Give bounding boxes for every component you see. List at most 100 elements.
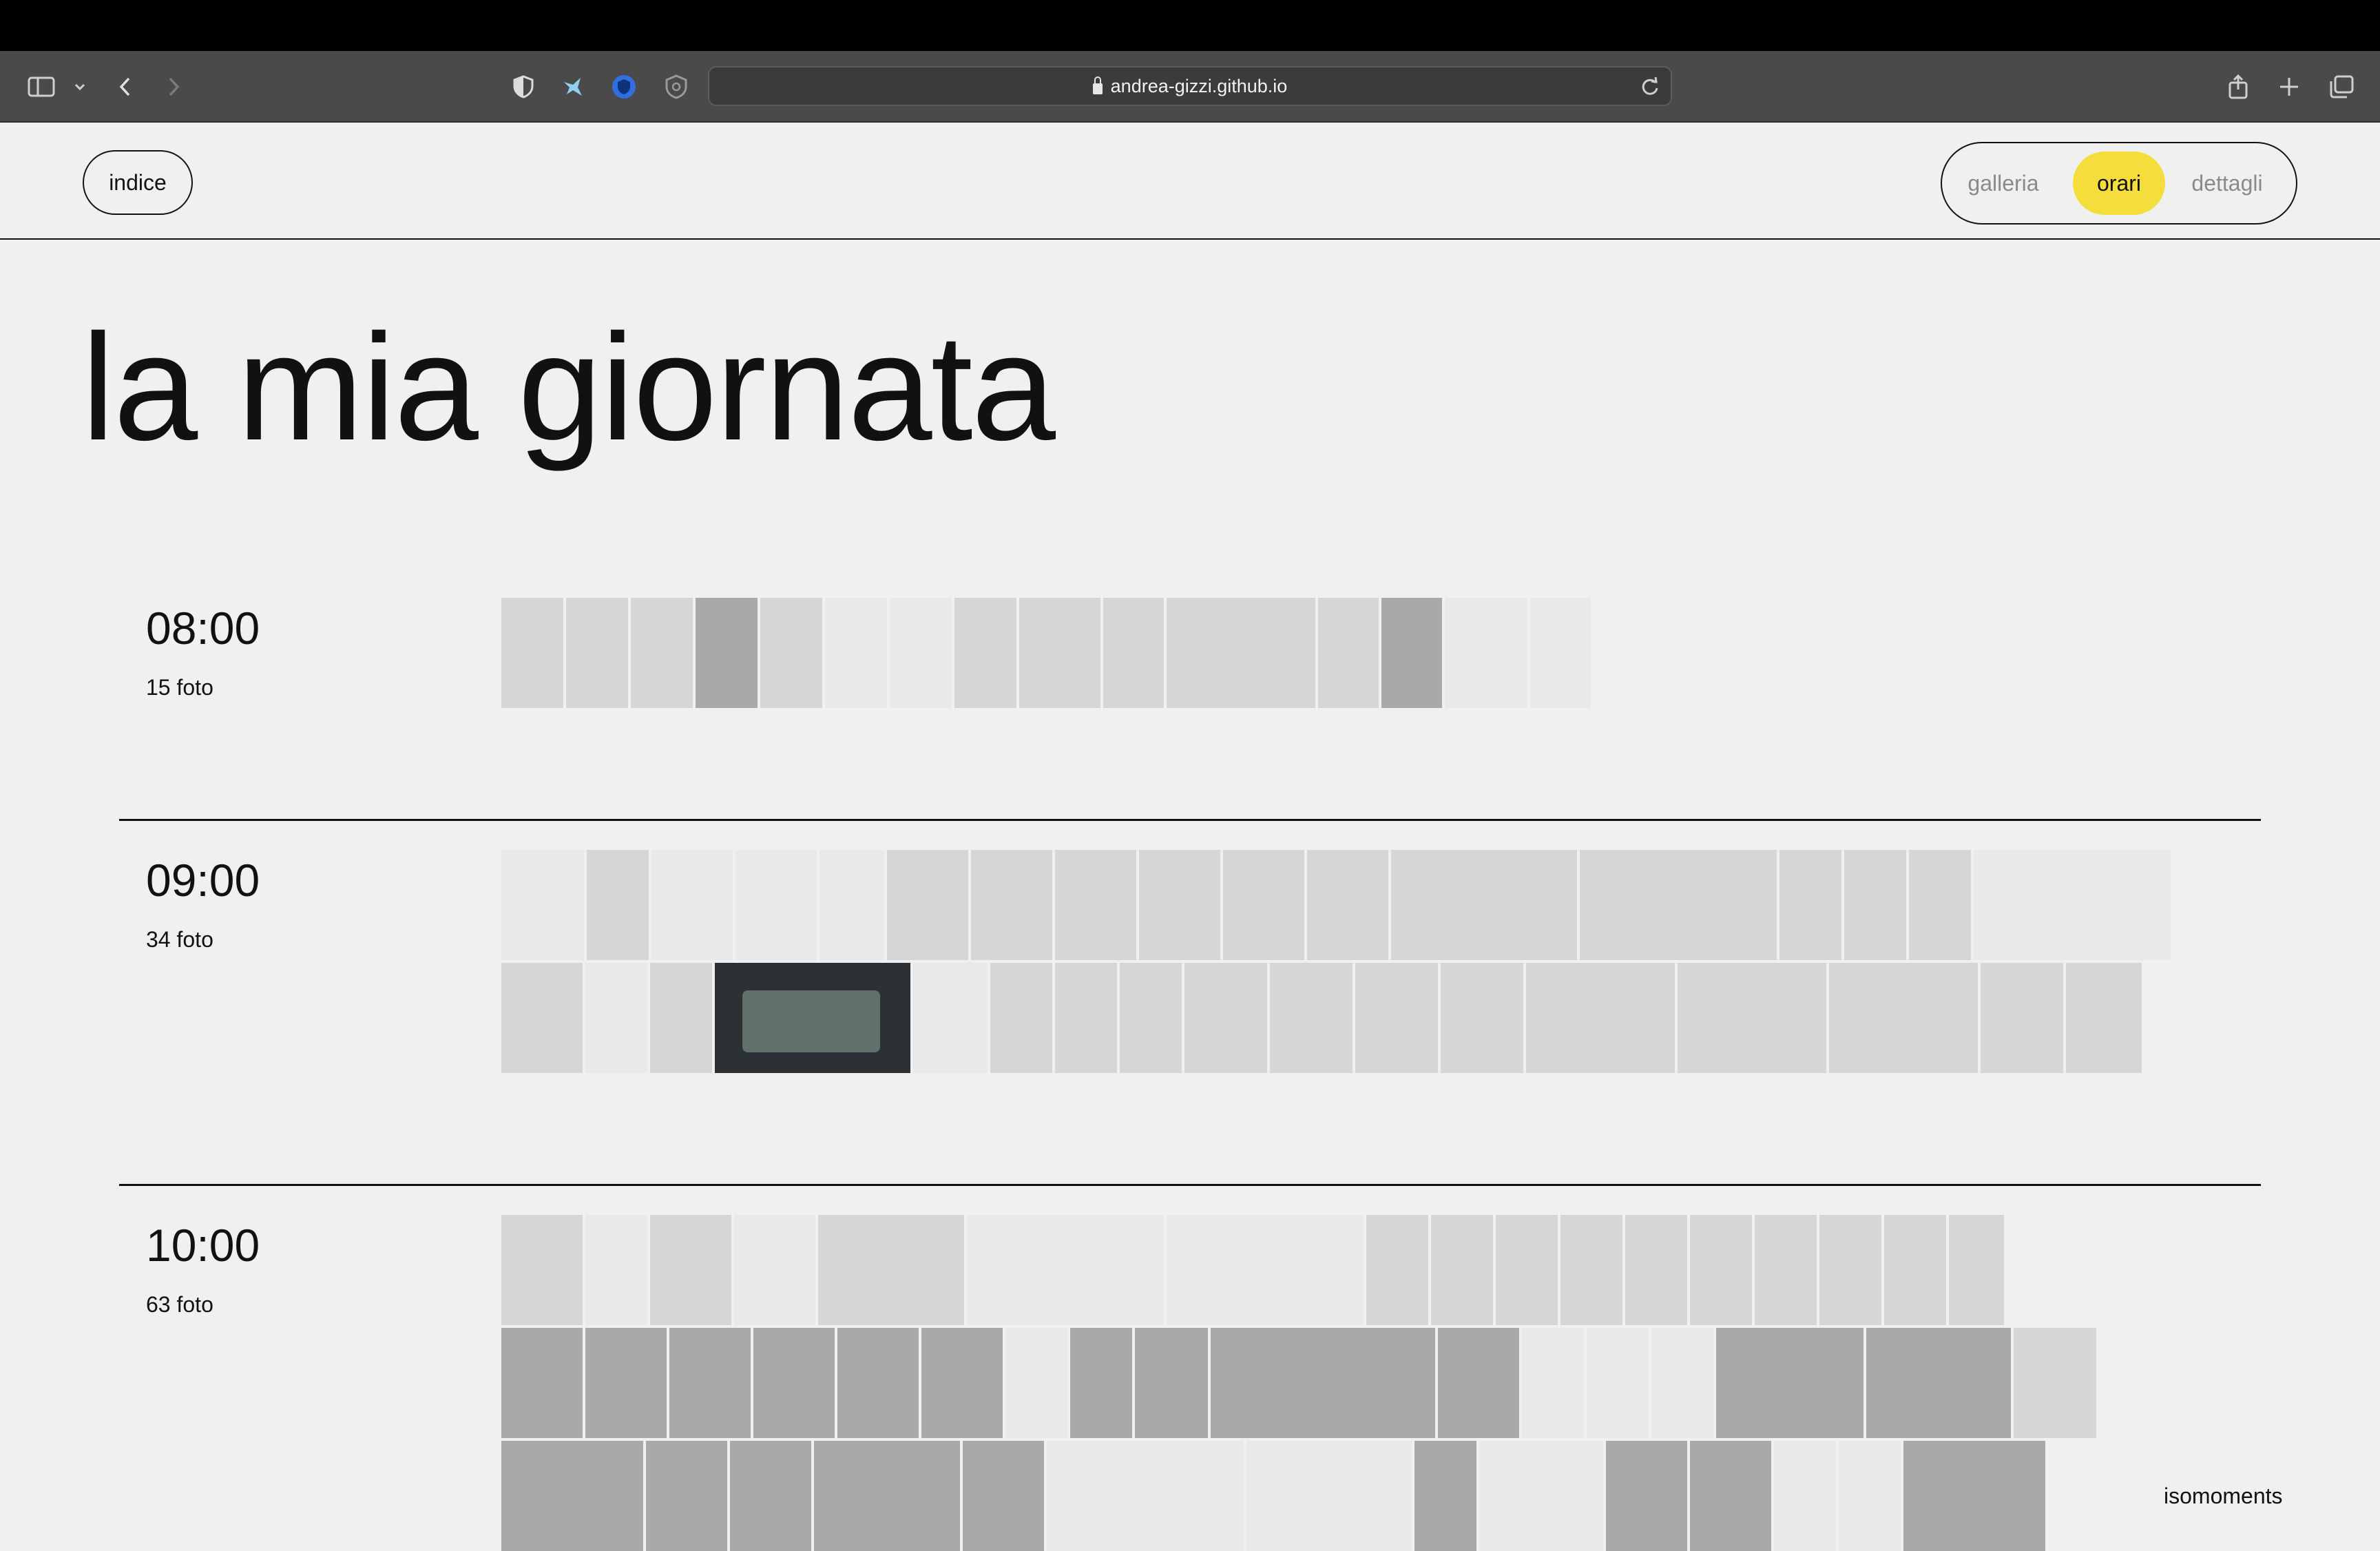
extension-blue-shield-icon[interactable]	[607, 70, 640, 103]
photo-thumbnail[interactable]	[971, 850, 1052, 960]
sidebar-toggle-icon[interactable]	[25, 70, 58, 103]
photo-thumbnail[interactable]	[1580, 850, 1777, 960]
photo-thumbnail[interactable]	[730, 1441, 811, 1551]
share-icon[interactable]	[2222, 70, 2255, 103]
photo-thumbnail[interactable]	[650, 963, 712, 1073]
photo-thumbnail[interactable]	[734, 1215, 815, 1325]
photo-thumbnail[interactable]	[715, 963, 910, 1073]
reload-icon[interactable]	[1636, 73, 1664, 101]
back-icon[interactable]	[109, 70, 142, 103]
photo-thumbnail[interactable]	[696, 598, 758, 708]
photo-thumbnail[interactable]	[814, 1441, 960, 1551]
photo-thumbnail[interactable]	[1103, 598, 1164, 708]
photo-thumbnail[interactable]	[1135, 1328, 1208, 1438]
photo-thumbnail[interactable]	[825, 598, 887, 708]
photo-thumbnail[interactable]	[1779, 850, 1841, 960]
index-button[interactable]: indice	[83, 150, 193, 215]
photo-thumbnail[interactable]	[954, 598, 1016, 708]
tab-overview-icon[interactable]	[2325, 70, 2358, 103]
photo-thumbnail[interactable]	[1445, 598, 1527, 708]
address-bar[interactable]: andrea-gizzi.github.io	[708, 66, 1672, 106]
photo-thumbnail[interactable]	[1755, 1215, 1817, 1325]
tab-dettagli[interactable]: dettagli	[2172, 152, 2282, 215]
photo-thumbnail[interactable]	[1047, 1441, 1244, 1551]
photo-thumbnail[interactable]	[1909, 850, 1971, 960]
photo-thumbnail[interactable]	[1415, 1441, 1476, 1551]
photo-thumbnail[interactable]	[1903, 1441, 2045, 1551]
photo-thumbnail[interactable]	[1055, 850, 1136, 960]
photo-thumbnail[interactable]	[501, 1328, 583, 1438]
photo-thumbnail[interactable]	[585, 1328, 667, 1438]
new-tab-icon[interactable]	[2273, 70, 2306, 103]
photo-thumbnail[interactable]	[587, 850, 649, 960]
photo-thumbnail[interactable]	[1167, 598, 1315, 708]
photo-thumbnail[interactable]	[501, 598, 563, 708]
photo-thumbnail[interactable]	[990, 963, 1052, 1073]
chevron-down-icon[interactable]	[63, 70, 96, 103]
photo-thumbnail[interactable]	[1019, 598, 1100, 708]
photo-thumbnail[interactable]	[1318, 598, 1379, 708]
photo-thumbnail[interactable]	[1587, 1328, 1649, 1438]
photo-thumbnail[interactable]	[1678, 963, 1826, 1073]
photo-thumbnail[interactable]	[501, 850, 584, 960]
photo-thumbnail[interactable]	[1005, 1328, 1067, 1438]
photo-thumbnail[interactable]	[1381, 598, 1442, 708]
photo-thumbnail[interactable]	[1774, 1441, 1836, 1551]
photo-thumbnail[interactable]	[1355, 963, 1438, 1073]
photo-thumbnail[interactable]	[753, 1328, 835, 1438]
photo-thumbnail[interactable]	[651, 850, 733, 960]
photo-thumbnail[interactable]	[1139, 850, 1220, 960]
tab-galleria[interactable]: galleria	[1959, 152, 2048, 215]
photo-thumbnail[interactable]	[1819, 1215, 1881, 1325]
photo-thumbnail[interactable]	[1438, 1328, 1519, 1438]
photo-thumbnail[interactable]	[1829, 963, 1978, 1073]
photo-thumbnail[interactable]	[585, 963, 647, 1073]
photo-thumbnail[interactable]	[1120, 963, 1182, 1073]
privacy-shield-icon[interactable]	[507, 70, 540, 103]
photo-thumbnail[interactable]	[1866, 1328, 2011, 1438]
photo-thumbnail[interactable]	[921, 1328, 1003, 1438]
photo-thumbnail[interactable]	[1884, 1215, 1946, 1325]
photo-thumbnail[interactable]	[1307, 850, 1388, 960]
photo-thumbnail[interactable]	[501, 963, 583, 1073]
photo-thumbnail[interactable]	[566, 598, 628, 708]
photo-thumbnail[interactable]	[1366, 1215, 1428, 1325]
photo-thumbnail[interactable]	[1055, 963, 1117, 1073]
photo-thumbnail[interactable]	[1211, 1328, 1435, 1438]
photo-thumbnail[interactable]	[818, 1215, 964, 1325]
photo-thumbnail[interactable]	[1625, 1215, 1687, 1325]
photo-thumbnail[interactable]	[760, 598, 822, 708]
photo-thumbnail[interactable]	[1223, 850, 1304, 960]
photo-thumbnail[interactable]	[1070, 1328, 1132, 1438]
photo-thumbnail[interactable]	[1844, 850, 1906, 960]
extension-privacy-icon[interactable]	[660, 70, 693, 103]
photo-thumbnail[interactable]	[1441, 963, 1523, 1073]
photo-thumbnail[interactable]	[1981, 963, 2063, 1073]
photo-thumbnail[interactable]	[1839, 1441, 1901, 1551]
photo-thumbnail[interactable]	[1526, 963, 1675, 1073]
photo-thumbnail[interactable]	[1690, 1441, 1771, 1551]
photo-thumbnail[interactable]	[1690, 1215, 1752, 1325]
photo-thumbnail[interactable]	[967, 1215, 1164, 1325]
photo-thumbnail[interactable]	[2066, 963, 2142, 1073]
photo-thumbnail[interactable]	[1606, 1441, 1687, 1551]
photo-thumbnail[interactable]	[1716, 1328, 1864, 1438]
photo-thumbnail[interactable]	[820, 850, 884, 960]
photo-thumbnail[interactable]	[1560, 1215, 1622, 1325]
extension-bird-icon[interactable]	[556, 70, 589, 103]
photo-thumbnail[interactable]	[1184, 963, 1267, 1073]
photo-thumbnail[interactable]	[837, 1328, 919, 1438]
photo-thumbnail[interactable]	[631, 598, 693, 708]
photo-thumbnail[interactable]	[913, 963, 988, 1073]
photo-thumbnail[interactable]	[1974, 850, 2171, 960]
photo-thumbnail[interactable]	[1496, 1215, 1558, 1325]
photo-thumbnail[interactable]	[887, 850, 968, 960]
photo-thumbnail[interactable]	[890, 598, 952, 708]
photo-thumbnail[interactable]	[1246, 1441, 1412, 1551]
photo-thumbnail[interactable]	[501, 1441, 643, 1551]
photo-thumbnail[interactable]	[735, 850, 817, 960]
photo-thumbnail[interactable]	[2014, 1328, 2096, 1438]
tab-orari[interactable]: orari	[2073, 152, 2165, 215]
photo-thumbnail[interactable]	[1431, 1215, 1493, 1325]
photo-thumbnail[interactable]	[963, 1441, 1044, 1551]
